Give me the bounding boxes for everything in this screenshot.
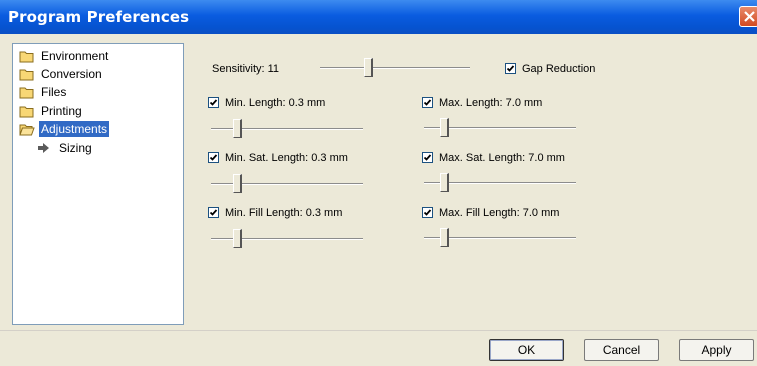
checkmark-icon: [209, 209, 218, 216]
close-button[interactable]: [739, 6, 757, 27]
max-sat-length-checkbox[interactable]: [422, 152, 433, 163]
max-fill-length-checkbox[interactable]: [422, 207, 433, 218]
ok-button[interactable]: OK: [489, 339, 564, 361]
slider-thumb[interactable]: [440, 173, 449, 192]
max-sat-length-label: Max. Sat. Length: 7.0 mm: [439, 152, 565, 164]
max-fill-length-label: Max. Fill Length: 7.0 mm: [439, 207, 560, 219]
sensitivity-label: Sensitivity: 11: [212, 63, 280, 75]
max-length-label: Max. Length: 7.0 mm: [439, 97, 543, 109]
min-length-checkbox[interactable]: [208, 97, 219, 108]
checkmark-icon: [423, 99, 432, 106]
cancel-button[interactable]: Cancel: [584, 339, 659, 361]
tree-item-label: Adjustments: [39, 121, 110, 137]
slider-thumb[interactable]: [364, 58, 373, 77]
folder-icon: [19, 87, 34, 99]
checkmark-icon: [209, 99, 218, 106]
folder-icon: [19, 106, 34, 118]
apply-button[interactable]: Apply: [679, 339, 754, 361]
title-bar[interactable]: Program Preferences: [0, 0, 757, 34]
tree-item-label: Conversion: [41, 67, 102, 81]
folder-icon: [19, 51, 34, 63]
window-title: Program Preferences: [8, 8, 190, 26]
min-length-label: Min. Length: 0.3 mm: [225, 97, 326, 109]
button-bar: OK Cancel Apply: [0, 330, 757, 366]
folder-icon: [19, 69, 34, 81]
gap-reduction-checkbox[interactable]: [505, 63, 516, 74]
category-tree[interactable]: Environment Conversion Files Printing Ad…: [12, 43, 184, 325]
slider-thumb[interactable]: [440, 228, 449, 247]
program-preferences-window: Program Preferences Environment Conversi…: [0, 0, 757, 366]
tree-item-label: Files: [41, 85, 67, 99]
tree-item-label: Printing: [41, 104, 82, 118]
min-fill-length-checkbox[interactable]: [208, 207, 219, 218]
tree-item-label: Sizing: [59, 141, 92, 155]
tree-item-label: Environment: [41, 49, 109, 63]
close-icon: [744, 11, 755, 22]
min-sat-length-label: Min. Sat. Length: 0.3 mm: [225, 152, 348, 164]
min-fill-length-label: Min. Fill Length: 0.3 mm: [225, 207, 343, 219]
slider-thumb[interactable]: [233, 119, 242, 138]
gap-reduction-label: Gap Reduction: [522, 63, 596, 75]
checkmark-icon: [506, 65, 515, 72]
slider-track: [320, 67, 470, 69]
slider-thumb[interactable]: [440, 118, 449, 137]
open-folder-icon: [19, 124, 35, 136]
checkmark-icon: [423, 209, 432, 216]
checkmark-icon: [209, 154, 218, 161]
min-sat-length-checkbox[interactable]: [208, 152, 219, 163]
slider-thumb[interactable]: [233, 174, 242, 193]
arrow-right-icon: [38, 143, 49, 153]
max-length-checkbox[interactable]: [422, 97, 433, 108]
slider-thumb[interactable]: [233, 229, 242, 248]
checkmark-icon: [423, 154, 432, 161]
